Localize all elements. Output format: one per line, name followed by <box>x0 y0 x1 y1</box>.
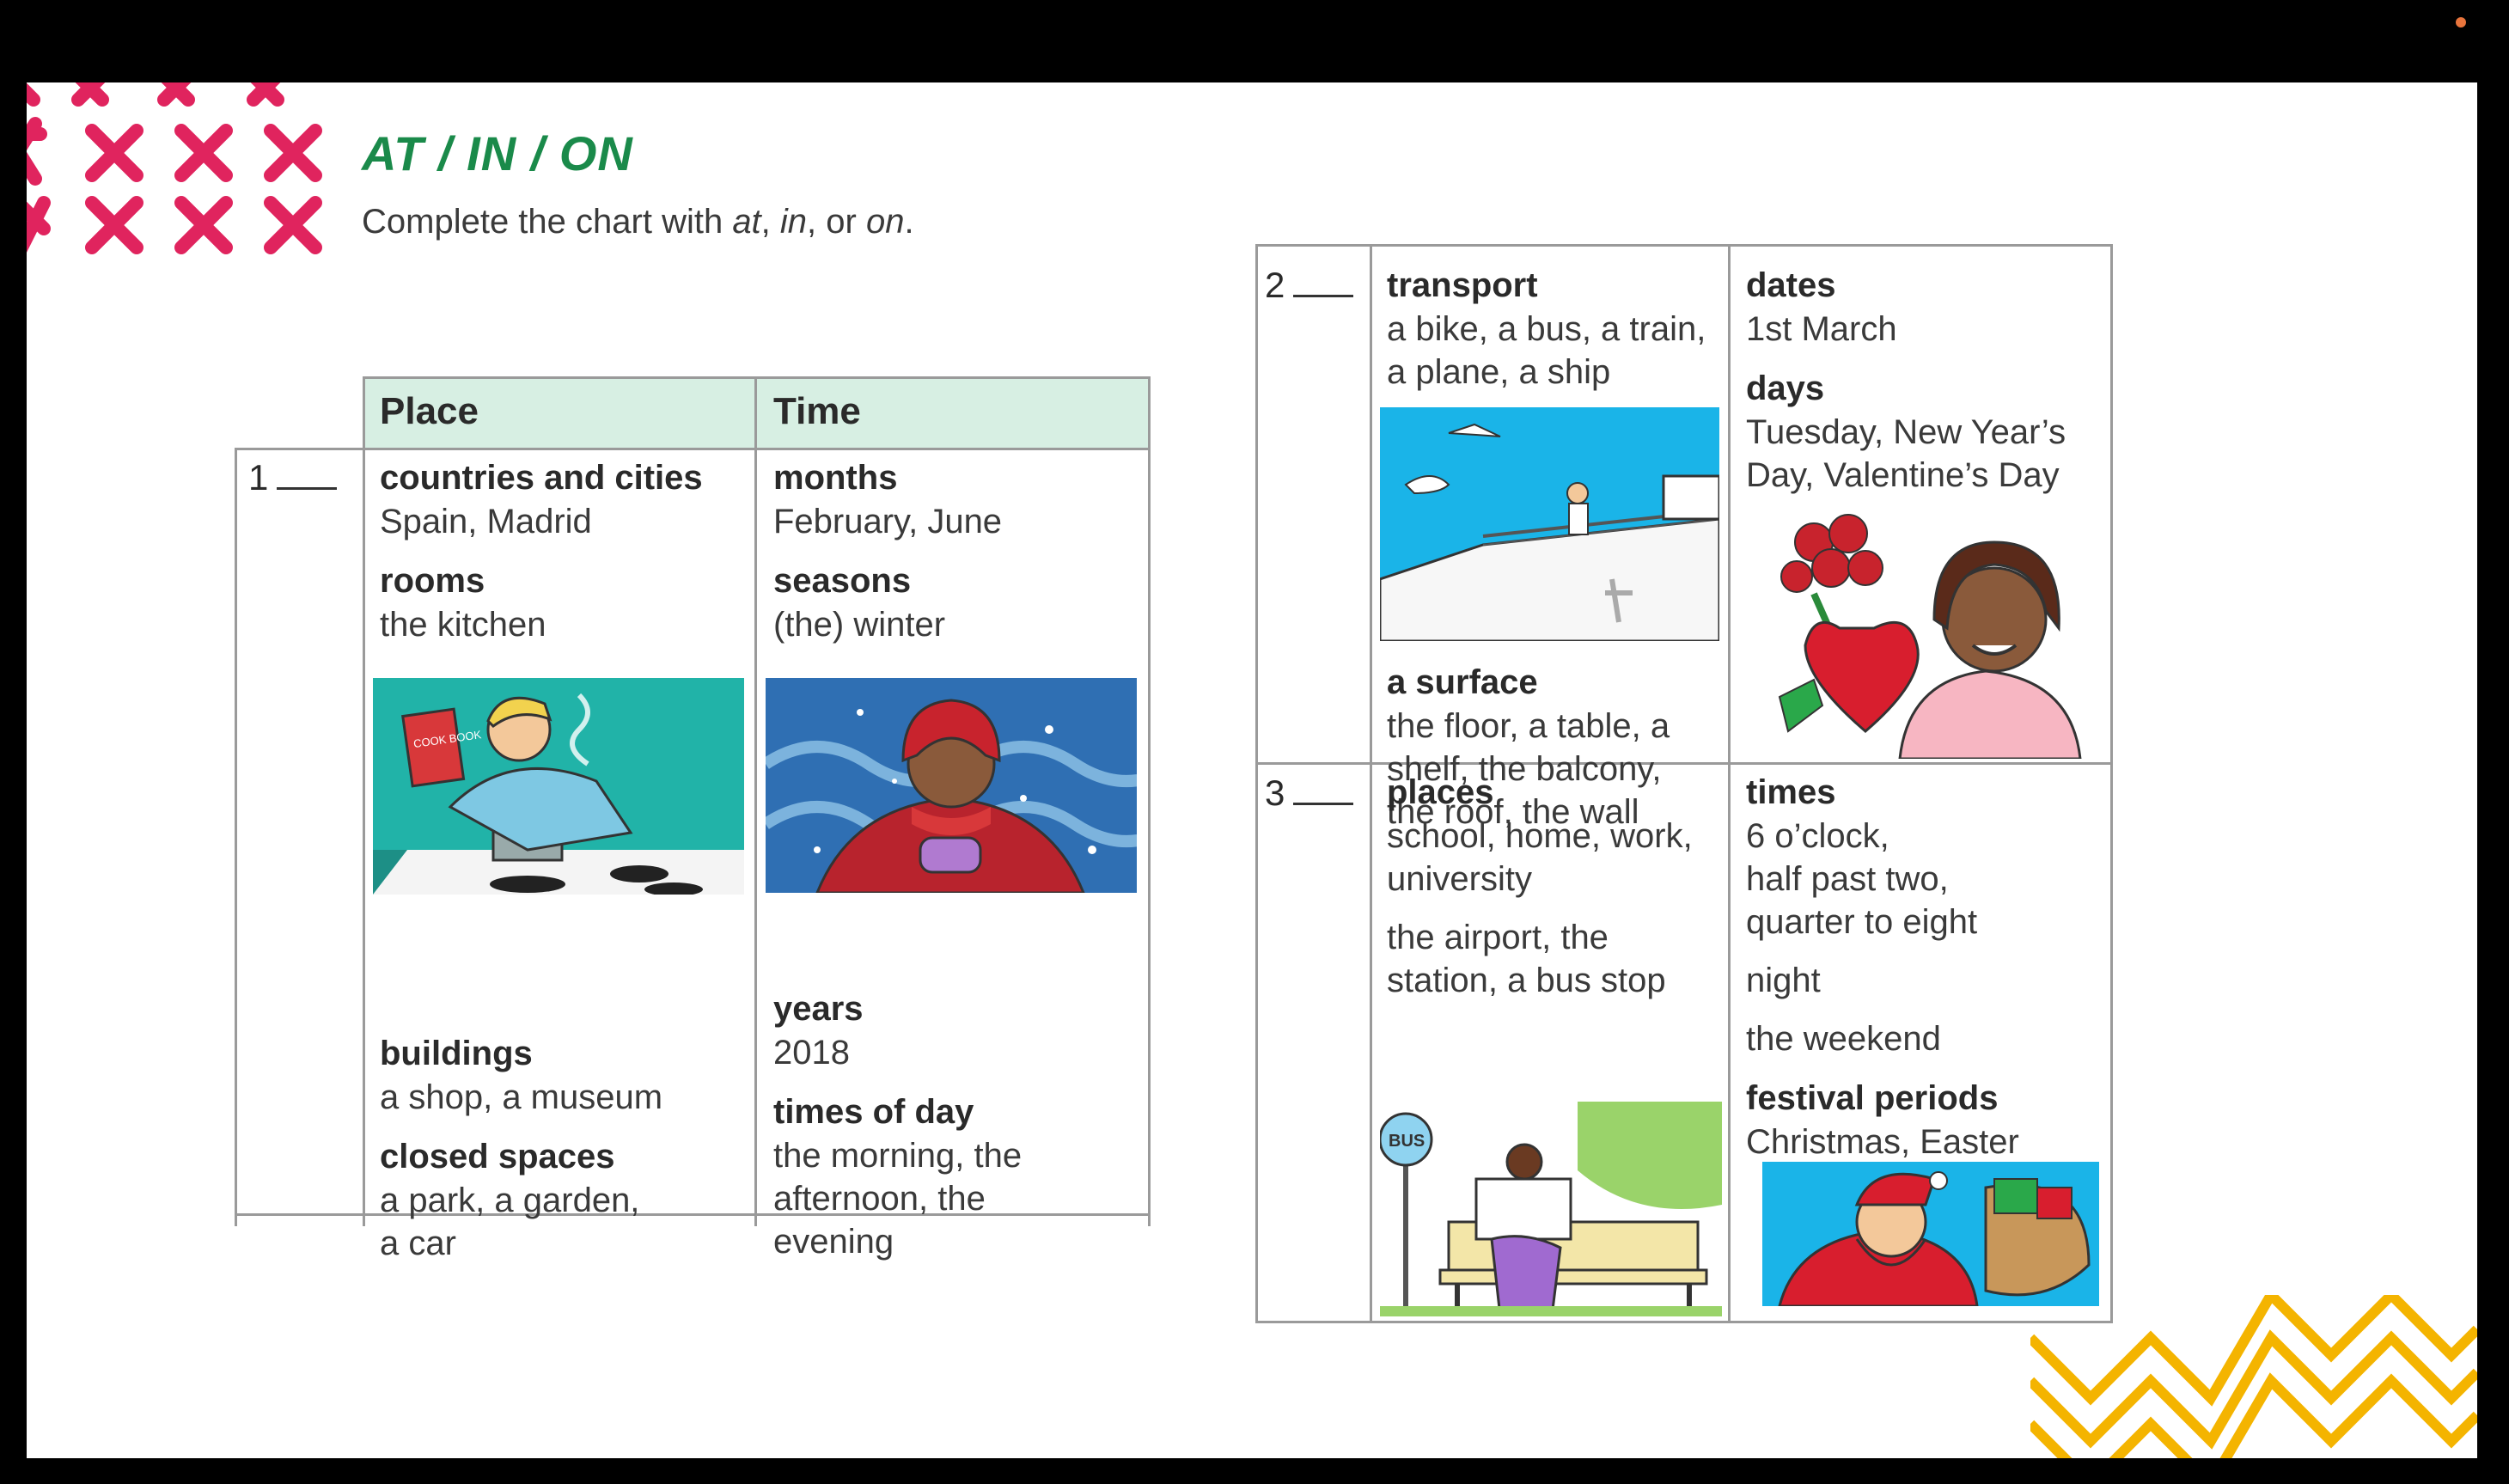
category-heading: festival periods <box>1746 1079 1999 1117</box>
category-items: the weekend <box>1746 1020 1941 1058</box>
answer-blank-2[interactable] <box>1293 295 1354 297</box>
bus-sign-label: BUS <box>1389 1132 1425 1151</box>
row3-time-list: 6 o’clock, half past two, quarter to eig… <box>1746 770 2107 1163</box>
santa-claus-illustration <box>1762 1162 2099 1306</box>
category-heading: transport <box>1387 266 1538 304</box>
row-number-label: 2 <box>1265 265 1285 305</box>
category-items: the airport, the <box>1387 919 1609 956</box>
winter-person-illustration <box>766 678 1137 893</box>
category-heading: dates <box>1746 266 1836 304</box>
answer-blank-3[interactable] <box>1293 803 1354 805</box>
instruction-word-at: at <box>732 203 761 241</box>
row2-time: dates 1st March days Tuesday, New Year’s… <box>1746 263 2107 497</box>
category-items: a car <box>380 1224 456 1262</box>
table-2-border <box>1255 1321 2113 1323</box>
ship-deck-illustration <box>1380 407 1719 641</box>
table-1-border <box>1148 376 1151 1226</box>
instruction-word-on: on <box>865 203 905 241</box>
time-cell-2: years 2018 times of day the morning, the… <box>773 986 1143 1263</box>
category-items: February, June <box>773 503 1003 540</box>
table-1-border <box>235 448 1150 450</box>
place-cell-2: buildings a shop, a museum closed spaces… <box>380 1031 749 1265</box>
category-items: afternoon, the <box>773 1180 986 1218</box>
table-2-border <box>1255 244 2113 247</box>
category-heading: buildings <box>380 1035 533 1072</box>
instruction-separator: , or <box>807 203 866 241</box>
instruction-text: Complete the chart with at, in, or on. <box>362 203 914 241</box>
category-heading: rooms <box>380 562 485 600</box>
slide: AT / IN / ON Complete the chart with at,… <box>27 82 2477 1458</box>
header-time: Time <box>756 376 1150 449</box>
category-items: 2018 <box>773 1034 850 1072</box>
category-items: school, home, work, <box>1387 817 1693 855</box>
category-items: the floor, a table, a <box>1387 707 1670 745</box>
decorative-x-pattern <box>27 82 322 254</box>
recording-indicator <box>2456 17 2466 27</box>
table-2-border <box>1370 244 1372 1323</box>
category-items: 1st March <box>1746 310 1897 348</box>
category-heading: closed spaces <box>380 1138 615 1176</box>
row-number-3: 3 <box>1265 773 1354 814</box>
category-items: 6 o’clock, <box>1746 817 1889 855</box>
category-heading: a surface <box>1387 663 1538 701</box>
category-items: quarter to eight <box>1746 903 1978 941</box>
header-place: Place <box>363 376 756 449</box>
row-number-label: 3 <box>1265 773 1285 813</box>
category-items: a shop, a museum <box>380 1078 663 1116</box>
category-items: university <box>1387 860 1532 898</box>
place-cell-1: countries and cities Spain, Madrid rooms… <box>380 455 749 646</box>
table-2-border <box>1255 244 1258 1323</box>
category-items: station, a bus stop <box>1387 962 1666 999</box>
instruction-prefix: Complete the chart with <box>362 203 733 241</box>
time-cell-1: months February, June seasons (the) wint… <box>773 455 1143 646</box>
table-1-border <box>754 376 757 1226</box>
table-1-border <box>363 376 365 1226</box>
valentines-woman-illustration <box>1762 508 2097 759</box>
category-items: the kitchen <box>380 606 546 644</box>
page-title: AT / IN / ON <box>362 126 633 180</box>
bus-stop-illustration: BUS <box>1380 1102 1722 1316</box>
row-number-2: 2 <box>1265 265 1354 306</box>
category-items: Spain, Madrid <box>380 503 592 540</box>
category-items: evening <box>773 1223 894 1261</box>
category-items: (the) winter <box>773 606 946 644</box>
category-heading: times of day <box>773 1093 974 1131</box>
table-2-border <box>2110 244 2113 1323</box>
decorative-zigzag <box>2030 1295 2477 1458</box>
instruction-suffix: . <box>904 203 914 241</box>
row-number-label: 1 <box>248 457 269 498</box>
row2-place-top: transport a bike, a bus, a train, a plan… <box>1387 263 1726 394</box>
table-2-border <box>1728 244 1731 1323</box>
answer-blank-1[interactable] <box>277 487 338 490</box>
category-heading: countries and cities <box>380 459 703 497</box>
row-number-1: 1 <box>248 457 338 498</box>
category-items: a bike, a bus, a train, <box>1387 310 1706 348</box>
category-heading: months <box>773 459 898 497</box>
instruction-separator: , <box>760 203 780 241</box>
category-items: the morning, the <box>773 1137 1023 1175</box>
kitchen-cooking-illustration: COOK BOOK <box>373 678 744 895</box>
category-items: night <box>1746 962 1821 999</box>
category-items: a plane, a ship <box>1387 353 1611 391</box>
category-items: a park, a garden, <box>380 1182 640 1219</box>
category-items: Tuesday, New Year’s <box>1746 413 2066 451</box>
row3-place-list: school, home, work, university the airpo… <box>1387 770 1726 1002</box>
category-items: Christmas, Easter <box>1746 1123 2019 1161</box>
instruction-word-in: in <box>779 203 808 241</box>
table-1-border <box>235 448 237 1226</box>
category-heading: years <box>773 990 864 1028</box>
category-heading: seasons <box>773 562 912 600</box>
category-items: half past two, <box>1746 860 1949 898</box>
category-items: Day, Valentine’s Day <box>1746 456 2060 494</box>
category-heading: days <box>1746 369 1825 407</box>
